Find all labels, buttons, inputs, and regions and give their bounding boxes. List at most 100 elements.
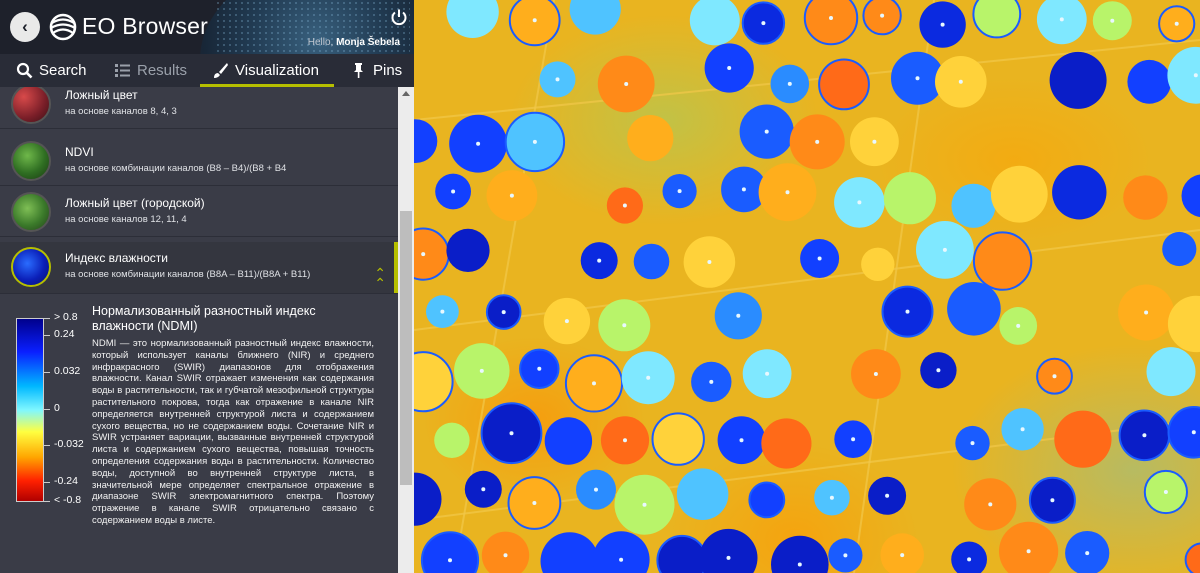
tick-mark <box>44 372 50 373</box>
vis-item-ndvi[interactable]: NDVI на основе комбинации каналов (B8 – … <box>0 136 398 186</box>
pivot-center <box>829 495 834 500</box>
legend-tick: 0 <box>54 402 60 414</box>
irrigation-field <box>1036 0 1087 45</box>
pivot-center <box>1142 433 1147 438</box>
vis-item-subtitle: на основе каналов 8, 4, 3 <box>65 106 177 117</box>
tab-pins[interactable]: Pins <box>350 54 402 87</box>
pivot-center <box>646 375 651 380</box>
back-button[interactable]: ‹ <box>10 12 40 42</box>
irrigation-field <box>627 115 674 162</box>
irrigation-field <box>1127 59 1172 104</box>
search-icon <box>16 62 33 79</box>
irrigation-field <box>633 243 670 280</box>
tab-visualization[interactable]: Visualization <box>200 54 334 87</box>
legend-tick: < -0.8 <box>54 494 82 506</box>
pivot-center <box>677 189 682 194</box>
pivot-center <box>958 79 963 84</box>
pivot-center <box>532 18 537 23</box>
pivot-center <box>988 502 993 507</box>
pivot-center <box>451 189 456 194</box>
greeting-label: Hello, <box>307 37 334 48</box>
scroll-up-arrow-icon[interactable] <box>402 91 410 96</box>
pivot-center <box>936 368 941 373</box>
irrigation-field <box>481 531 530 573</box>
irrigation-field <box>540 532 599 573</box>
pivot-center <box>421 252 426 257</box>
pivot-center <box>1085 551 1090 556</box>
pivot-center <box>1163 490 1168 494</box>
eo-browser-logo <box>49 13 77 41</box>
tick-mark <box>44 501 50 502</box>
vis-item-title: NDVI <box>65 145 94 159</box>
ndvi-thumbnail <box>11 141 51 181</box>
pivot-center <box>872 139 877 144</box>
pivot-center <box>817 256 822 261</box>
tick-mark <box>44 318 50 319</box>
tab-visualization-label: Visualization <box>235 62 319 79</box>
pivot-center <box>479 368 484 373</box>
pivot-center <box>476 141 481 146</box>
irrigation-field <box>803 0 859 46</box>
pivot-center <box>739 438 744 443</box>
pivot-center <box>1193 73 1198 78</box>
collapse-chevron-icon[interactable]: ⌃ ⌃ <box>374 266 386 290</box>
irrigation-field <box>420 531 480 573</box>
irrigation-field <box>651 412 705 466</box>
pivot-center <box>857 200 862 205</box>
tick-mark <box>44 482 50 483</box>
vis-item-moisture-index[interactable]: Индекс влажности на основе комбинации ка… <box>0 242 398 294</box>
pivot-center <box>970 441 975 446</box>
pivot-center <box>829 16 833 20</box>
pivot-center <box>1191 430 1196 435</box>
pivot-center <box>967 557 972 562</box>
pivot-center <box>440 309 445 314</box>
irrigation-field <box>434 422 470 458</box>
power-icon[interactable] <box>390 8 408 26</box>
irrigation-field <box>999 521 1059 573</box>
irrigation-field <box>1162 231 1197 267</box>
irrigation-field <box>1146 347 1196 397</box>
irrigation-field <box>972 0 1022 39</box>
pivot-center <box>900 553 905 558</box>
ndmi-colorbar <box>16 318 44 502</box>
tab-search-label: Search <box>39 62 87 79</box>
pivot-center <box>509 431 514 436</box>
app-title: EO Browser <box>82 13 208 39</box>
false-color-urban-thumbnail <box>11 192 51 232</box>
map-view[interactable] <box>414 0 1200 573</box>
irrigation-field <box>446 0 499 38</box>
irrigation-field <box>569 0 621 35</box>
pivot-center <box>501 310 506 315</box>
chevron-left-icon: ‹ <box>22 17 28 36</box>
irrigation-field <box>656 534 708 573</box>
pivot-center <box>797 562 802 567</box>
pivot-center <box>503 553 508 558</box>
moisture-index-thumbnail <box>11 247 51 287</box>
pivot-center <box>727 66 732 70</box>
pivot-center <box>885 493 890 498</box>
tick-mark <box>44 409 50 410</box>
vis-item-false-color[interactable]: Ложный цвет на основе каналов 8, 4, 3 <box>0 87 398 129</box>
vis-item-subtitle: на основе комбинации каналов (B8A – B11)… <box>65 269 311 280</box>
irrigation-field <box>689 0 740 46</box>
pivot-center <box>594 487 598 492</box>
irrigation-field <box>414 351 454 413</box>
panel-scrollbar[interactable] <box>398 87 414 573</box>
pivot-center <box>764 129 769 134</box>
irrigation-field <box>990 165 1048 223</box>
pivot-center <box>815 139 820 144</box>
user-name[interactable]: Monja Šebela <box>336 37 400 48</box>
sidebar-panel: ‹ EO Browser Hello, Monja Šebela Search … <box>0 0 414 573</box>
pivot-center <box>1016 323 1021 328</box>
scrollbar-thumb[interactable] <box>400 211 412 485</box>
tab-search[interactable]: Search <box>16 54 87 87</box>
irrigation-field <box>951 541 987 573</box>
tab-results[interactable]: Results <box>114 54 187 87</box>
irrigation-field <box>544 417 593 465</box>
pivot-center <box>1020 427 1025 432</box>
irrigation-field <box>1184 542 1200 573</box>
tick-mark <box>44 335 50 336</box>
pivot-center <box>1110 18 1115 23</box>
vis-item-false-color-urban[interactable]: Ложный цвет (городской) на основе канало… <box>0 187 398 237</box>
pivot-center <box>622 203 627 208</box>
